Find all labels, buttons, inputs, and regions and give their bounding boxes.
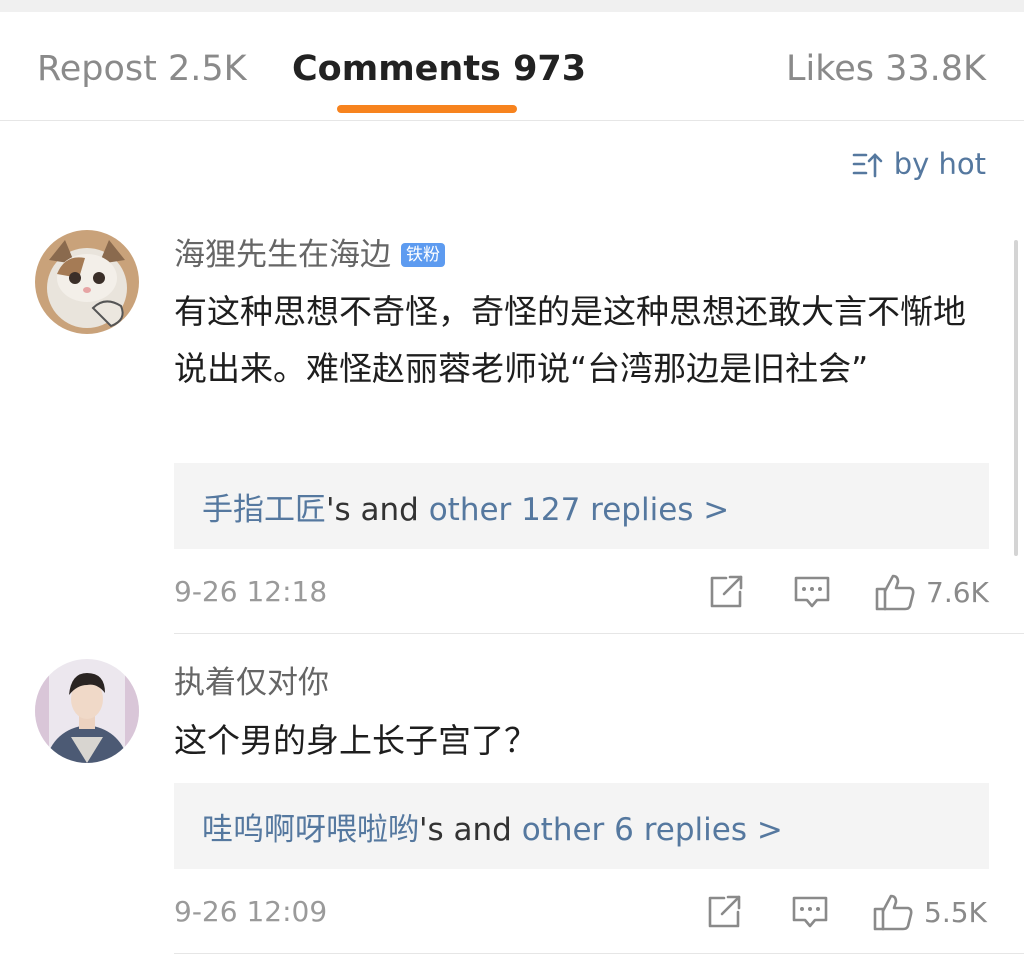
comment-time: 9-26 12:09 [174,895,328,928]
comment-icon [794,576,830,608]
thumbs-up-icon [875,574,915,611]
avatar[interactable] [35,659,139,763]
sort-button[interactable]: by hot [852,146,986,182]
repost-button[interactable] [706,894,744,930]
reply-user[interactable]: 手指工匠 [202,492,326,528]
comment-time: 9-26 12:18 [174,575,328,608]
username[interactable]: 执着仅对你 [174,663,329,703]
tab-repost[interactable]: Repost 2.5K [37,48,247,90]
divider [174,633,1024,634]
reply-user[interactable]: 哇呜啊呀喂啦哟 [202,812,419,848]
comment-text: 这个男的身上长子宫了？ [174,721,537,760]
reply-button[interactable] [793,574,831,610]
like-count: 5.5K [924,895,987,929]
username[interactable]: 海狸先生在海边 [174,235,391,275]
replies-mid: 's and [326,491,429,528]
reply-button[interactable] [791,894,829,930]
thumbs-up-icon [873,894,913,931]
avatar[interactable] [35,230,139,334]
replies-preview[interactable]: 手指工匠's and other 127 replies > [174,463,989,549]
replies-mid: 's and [419,811,522,848]
repost-button[interactable] [708,574,746,610]
tab-likes[interactable]: Likes 33.8K [786,48,986,90]
replies-link[interactable]: other 127 replies > [429,492,730,528]
replies-link[interactable]: other 6 replies > [522,812,783,848]
comment-icon [792,896,828,928]
top-strip [0,0,1024,12]
like-count: 7.6K [926,575,989,609]
sort-label: by hot [893,147,986,181]
active-tab-indicator [337,105,517,113]
comment-text: 有这种思想不奇怪，奇怪的是这种思想还敢大言不惭地说出来。难怪赵丽蓉老师说“台湾那… [174,292,966,388]
share-icon [708,895,741,928]
replies-preview[interactable]: 哇呜啊呀喂啦哟's and other 6 replies > [174,783,989,869]
share-icon [710,575,743,608]
tab-comments[interactable]: Comments 973 [292,48,586,90]
like-button[interactable]: 7.6K [874,572,989,612]
sort-icon [852,153,883,178]
tab-bar: Repost 2.5K Comments 973 Likes 33.8K [0,12,1024,121]
fan-badge: 铁粉 [401,243,445,267]
like-button[interactable]: 5.5K [872,892,987,932]
divider [174,953,1024,954]
scrollbar[interactable] [1014,240,1018,556]
